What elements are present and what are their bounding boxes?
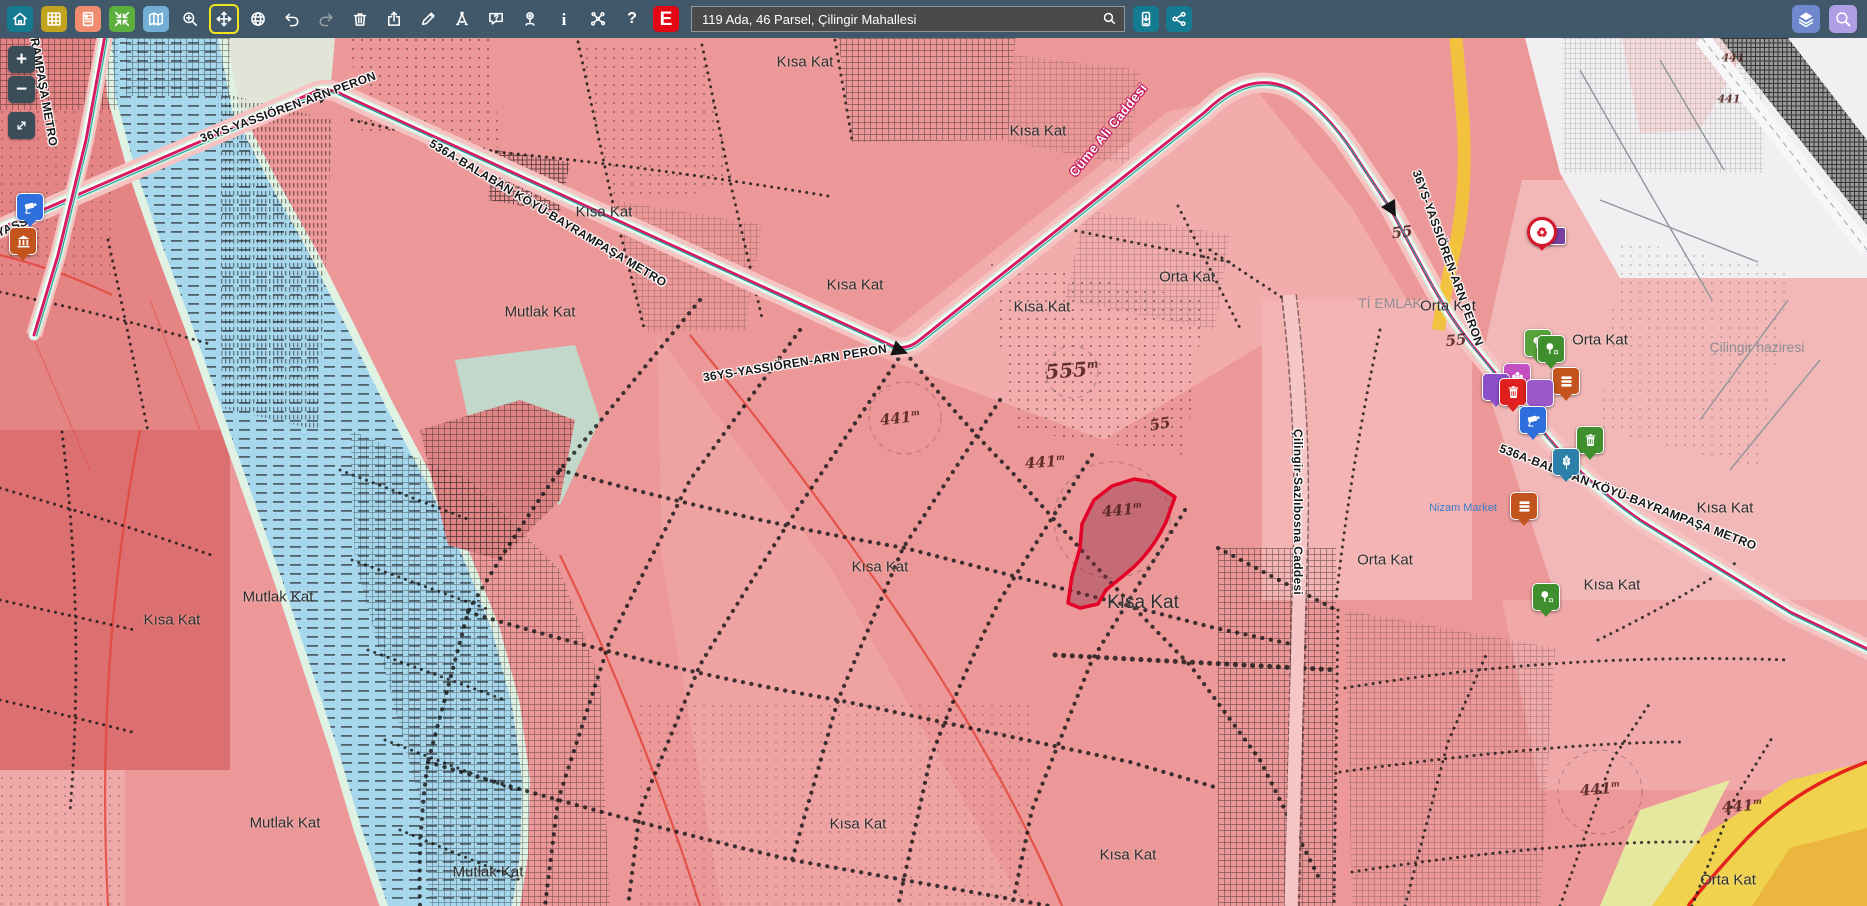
tool-layers[interactable]: [1792, 5, 1820, 33]
tool-mobile-app[interactable]: [1133, 6, 1159, 32]
tool-export[interactable]: [381, 6, 407, 32]
measure-icon: [453, 10, 471, 28]
tree-icon: [1543, 341, 1560, 358]
street-view-icon: [521, 10, 539, 28]
tool-share[interactable]: [1166, 6, 1192, 32]
layers-icon: [1797, 10, 1815, 28]
bin-icon: [1582, 432, 1599, 449]
tool-home[interactable]: [7, 6, 33, 32]
park-pin-c[interactable]: [1532, 583, 1560, 611]
tool-fit-extent[interactable]: [109, 6, 135, 32]
tool-delete[interactable]: [347, 6, 373, 32]
recycle-bin-pin[interactable]: [1576, 426, 1604, 454]
tool-eimar-logo[interactable]: E: [653, 6, 679, 32]
comment-question-icon: [487, 10, 505, 28]
tool-zoom-in[interactable]: [177, 6, 203, 32]
basemap[interactable]: [0, 38, 1867, 906]
tool-undo[interactable]: [279, 6, 305, 32]
tool-comment-question[interactable]: [483, 6, 509, 32]
zoom-out-button[interactable]: −: [8, 76, 35, 103]
zoom-in-button[interactable]: +: [8, 46, 35, 73]
report-icon: [79, 10, 97, 28]
undo-icon: [283, 10, 301, 28]
badge-icon: ♻: [1536, 226, 1548, 239]
mobile-app-icon: [1137, 10, 1155, 28]
camera-icon: [22, 199, 39, 216]
search-icon: [1834, 10, 1852, 28]
tool-map-location[interactable]: [143, 6, 169, 32]
tool-street-view[interactable]: [517, 6, 543, 32]
building-icon: [15, 233, 32, 250]
bakery-pin-b[interactable]: [1510, 492, 1538, 520]
map-canvas[interactable]: Kısa KatKısa KatKısa KatKısa KatKısa Kat…: [0, 38, 1867, 906]
fit-extent-icon: [113, 10, 131, 28]
toolbar-right: [1792, 5, 1857, 33]
gis-app: i? E: [0, 0, 1867, 906]
toolbar: i? E: [0, 0, 1867, 38]
network-icon: [589, 10, 607, 28]
bin-icon: [1505, 384, 1522, 401]
tool-parcel-grid[interactable]: [41, 6, 67, 32]
map-zoom-controls: +−: [8, 46, 35, 142]
agriculture-pin[interactable]: [1552, 448, 1580, 476]
poi-pin-purple[interactable]: [1526, 379, 1554, 407]
share-icon: [1170, 10, 1188, 28]
tool-info[interactable]: i: [551, 6, 577, 32]
home-icon: [11, 10, 29, 28]
delete-icon: [351, 10, 369, 28]
search-box: [691, 6, 1125, 32]
cctv-pin-left[interactable]: [16, 193, 44, 221]
toolbar-actions: [1133, 6, 1192, 32]
bread-icon: [1516, 498, 1533, 515]
eimar-logo-label: E: [660, 10, 673, 29]
museum-pin-left[interactable]: [9, 227, 37, 255]
tool-globe[interactable]: [245, 6, 271, 32]
wheat-icon: [1558, 454, 1575, 471]
toolbar-tools: i? E: [7, 6, 679, 32]
tool-draw[interactable]: [415, 6, 441, 32]
globe-icon: [249, 10, 267, 28]
park-pin-b[interactable]: [1537, 335, 1565, 363]
recycle-point-pin[interactable]: ♻: [1527, 217, 1557, 247]
tool-help[interactable]: ?: [619, 6, 645, 32]
help-label: ?: [627, 11, 637, 27]
search-icon[interactable]: [1102, 11, 1117, 26]
cctv-pin[interactable]: [1519, 406, 1547, 434]
draw-icon: [419, 10, 437, 28]
bread-icon: [1558, 373, 1575, 390]
fullscreen-button[interactable]: [8, 112, 35, 139]
info-label: i: [562, 11, 567, 28]
zoom-in-icon: [181, 10, 199, 28]
camera-icon: [1525, 412, 1542, 429]
waste-bin-pin[interactable]: [1499, 378, 1527, 406]
parcel-grid-icon: [45, 10, 63, 28]
tool-measure[interactable]: [449, 6, 475, 32]
redo-icon: [317, 10, 335, 28]
tree-icon: [1538, 589, 1555, 606]
tool-network[interactable]: [585, 6, 611, 32]
tool-pan[interactable]: [211, 6, 237, 32]
tool-search[interactable]: [1829, 5, 1857, 33]
bakery-pin-a[interactable]: [1552, 367, 1580, 395]
search-input[interactable]: [691, 6, 1125, 32]
tool-report[interactable]: [75, 6, 101, 32]
pan-icon: [215, 10, 233, 28]
export-icon: [385, 10, 403, 28]
map-location-icon: [147, 10, 165, 28]
tool-redo[interactable]: [313, 6, 339, 32]
